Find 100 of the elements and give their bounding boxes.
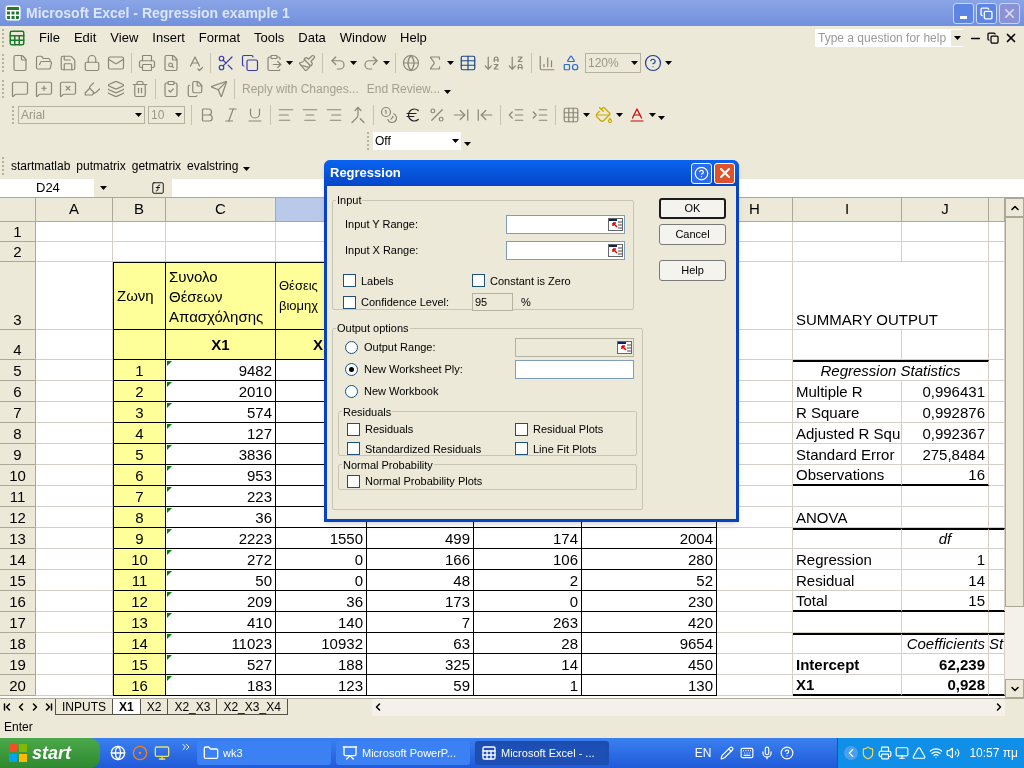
collapse-dialog-icon[interactable] (617, 341, 632, 354)
clipboard-icon[interactable] (265, 54, 283, 72)
checkbox[interactable] (347, 422, 360, 436)
shapes-icon[interactable] (562, 54, 580, 72)
confidence-field[interactable]: 95 (472, 293, 513, 311)
row-header[interactable]: 3 (0, 261, 36, 330)
menu-item[interactable]: Format (191, 28, 247, 48)
dropdown-icon[interactable] (100, 185, 107, 190)
menu-item[interactable]: Window (332, 28, 394, 48)
restore-button[interactable] (976, 2, 997, 24)
column-header[interactable]: I (793, 198, 902, 222)
scroll-up-button[interactable] (1005, 198, 1024, 217)
caret-icon[interactable] (616, 113, 623, 117)
dialog-button[interactable]: OK (659, 198, 726, 219)
row-header[interactable]: 6 (0, 380, 36, 402)
percent-icon[interactable] (428, 106, 446, 124)
checkbox[interactable] (343, 274, 356, 288)
first-sheet-icon[interactable] (1, 701, 13, 713)
spreadsheet-icon[interactable] (8, 29, 26, 47)
print-preview-icon[interactable] (162, 54, 180, 72)
row-header[interactable]: 12 (0, 506, 36, 528)
save-icon[interactable] (59, 54, 77, 72)
function-icon[interactable] (151, 180, 165, 195)
printer-icon[interactable] (878, 746, 893, 760)
taskbar-button[interactable]: Microsoft PowerP... (336, 741, 470, 765)
last-sheet-icon[interactable] (43, 701, 55, 713)
row-header[interactable]: 10 (0, 464, 36, 486)
folder-icon[interactable] (35, 54, 53, 72)
range-field[interactable] (506, 215, 625, 234)
row-header[interactable]: 20 (0, 674, 36, 696)
column-header[interactable]: J (902, 198, 989, 222)
merge-icon[interactable] (349, 106, 367, 124)
comment-icon[interactable] (11, 80, 29, 98)
caret-icon[interactable] (383, 61, 390, 65)
language-indicator[interactable]: EN (694, 744, 712, 762)
mail-icon[interactable] (107, 54, 125, 72)
keyboard-icon[interactable] (740, 746, 755, 760)
more-icon[interactable] (180, 741, 192, 753)
range-field[interactable] (506, 241, 625, 260)
radio-button[interactable] (345, 363, 358, 376)
scroll-thumb[interactable] (1005, 217, 1024, 607)
increase-decimal-icon[interactable] (452, 106, 470, 124)
dropdown-icon[interactable] (631, 61, 638, 65)
sheet-tab[interactable]: X2_X3 (167, 699, 218, 715)
layers-icon[interactable] (107, 80, 125, 98)
checkbox[interactable] (515, 442, 528, 456)
wireless-icon[interactable] (929, 746, 944, 760)
row-header[interactable]: 2 (0, 241, 36, 262)
row-header[interactable]: 11 (0, 485, 36, 507)
sheet-tab[interactable]: X2_X3_X4 (216, 699, 288, 715)
toolbar-button[interactable]: putmatrix (73, 156, 129, 175)
fill-color-icon[interactable] (595, 106, 613, 124)
menu-item[interactable]: Edit (66, 28, 104, 48)
volume-icon[interactable] (946, 746, 961, 760)
caret-icon[interactable] (243, 166, 251, 171)
row-header[interactable]: 17 (0, 611, 36, 633)
clipboard-check-icon[interactable] (162, 80, 180, 98)
row-header[interactable]: 1 (0, 221, 36, 242)
dropdown-icon[interactable] (953, 36, 961, 40)
menu-item[interactable]: Tools (247, 28, 292, 48)
caret-icon[interactable] (583, 113, 590, 117)
checkbox[interactable] (347, 474, 360, 488)
caret-icon[interactable] (447, 61, 454, 65)
sheet-tab[interactable]: X1 (112, 699, 141, 715)
row-header[interactable]: 8 (0, 422, 36, 444)
microphone-icon[interactable] (760, 746, 775, 760)
italic-icon[interactable] (222, 106, 240, 124)
printer-icon[interactable] (138, 54, 156, 72)
new-file-icon[interactable] (11, 54, 29, 72)
dialog-button[interactable]: Help (659, 260, 726, 281)
pencil-icon[interactable] (720, 746, 735, 760)
euro-icon[interactable] (404, 106, 422, 124)
row-header[interactable]: 19 (0, 653, 36, 675)
dropdown-icon[interactable] (452, 138, 459, 143)
files-icon[interactable] (186, 80, 204, 98)
highlighter-icon[interactable] (83, 80, 101, 98)
row-header[interactable]: 16 (0, 590, 36, 612)
range-field[interactable] (515, 338, 634, 357)
restore-icon[interactable] (987, 32, 999, 44)
sheet-tab[interactable]: INPUTS (55, 699, 113, 715)
column-header[interactable]: A (36, 198, 113, 222)
row-header[interactable]: 13 (0, 527, 36, 549)
font-color-icon[interactable] (628, 106, 646, 124)
caret-icon[interactable] (444, 90, 452, 94)
dropdown-icon[interactable] (175, 113, 182, 117)
caret-icon[interactable] (464, 141, 471, 146)
sort-ascending-icon[interactable] (483, 54, 501, 72)
menu-item[interactable]: Insert (145, 28, 192, 48)
row-header[interactable]: 7 (0, 401, 36, 423)
collapse-dialog-icon[interactable] (608, 218, 623, 231)
name-box[interactable]: D24 (0, 178, 94, 197)
comment-delete-icon[interactable] (59, 80, 77, 98)
checkbox[interactable] (347, 442, 360, 456)
paintbrush-icon[interactable] (298, 54, 316, 72)
copy-icon[interactable] (241, 54, 259, 72)
trash-icon[interactable] (131, 80, 149, 98)
start-button[interactable]: start (0, 738, 100, 768)
expand-tray-icon[interactable] (844, 746, 859, 760)
checkbox[interactable] (472, 274, 485, 288)
row-header[interactable]: 5 (0, 359, 36, 381)
